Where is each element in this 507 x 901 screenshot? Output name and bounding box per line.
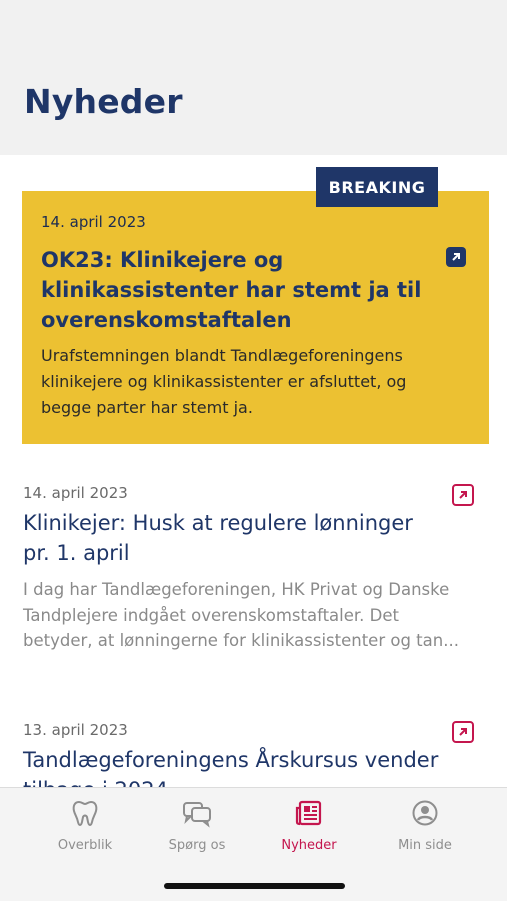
list-item[interactable]: 14. april 2023 Klinikejer: Husk at regul… xyxy=(23,484,488,684)
article-title: OK23: Klinikejere og klinikassistenter h… xyxy=(41,248,422,332)
newspaper-icon xyxy=(294,798,324,832)
list-item[interactable]: 13. april 2023 Tandlægeforeningens Årsku… xyxy=(23,721,488,787)
tab-nyheder[interactable]: Nyheder xyxy=(259,798,359,858)
tab-spoerg-os[interactable]: Spørg os xyxy=(147,798,247,858)
featured-article-card[interactable]: BREAKING 14. april 2023 OK23: Klinikejer… xyxy=(22,167,489,444)
article-summary: I dag har Tandlægeforeningen, HK Privat … xyxy=(23,580,459,650)
article-title: Klinikejer: Husk at regulere lønninger p… xyxy=(23,511,413,565)
tab-label: Nyheder xyxy=(281,838,337,853)
page-title: Nyheder xyxy=(24,82,183,121)
news-list[interactable]: BREAKING 14. april 2023 OK23: Klinikejer… xyxy=(0,155,507,787)
tooth-icon xyxy=(70,798,100,832)
article-title: Tandlægeforeningens Årskursus vender til… xyxy=(23,748,439,787)
chat-bubbles-icon xyxy=(181,798,213,832)
tab-label: Overblik xyxy=(57,838,113,853)
tab-label: Spørg os xyxy=(168,838,226,853)
external-link-icon[interactable] xyxy=(452,721,474,743)
article-date: 14. april 2023 xyxy=(23,484,128,502)
breaking-badge: BREAKING xyxy=(316,167,438,207)
article-summary: Urafstemningen blandt Tandlægeforeningen… xyxy=(41,346,407,417)
external-link-icon[interactable] xyxy=(452,484,474,506)
tab-label: Min side xyxy=(398,838,452,853)
header: Nyheder xyxy=(0,0,507,155)
home-indicator xyxy=(164,883,345,889)
article-date: 13. april 2023 xyxy=(23,721,128,739)
tab-min-side[interactable]: Min side xyxy=(375,798,475,858)
tab-overblik[interactable]: Overblik xyxy=(35,798,135,858)
external-link-icon[interactable] xyxy=(446,247,466,267)
person-circle-icon xyxy=(410,798,440,832)
article-date: 14. april 2023 xyxy=(41,213,146,231)
